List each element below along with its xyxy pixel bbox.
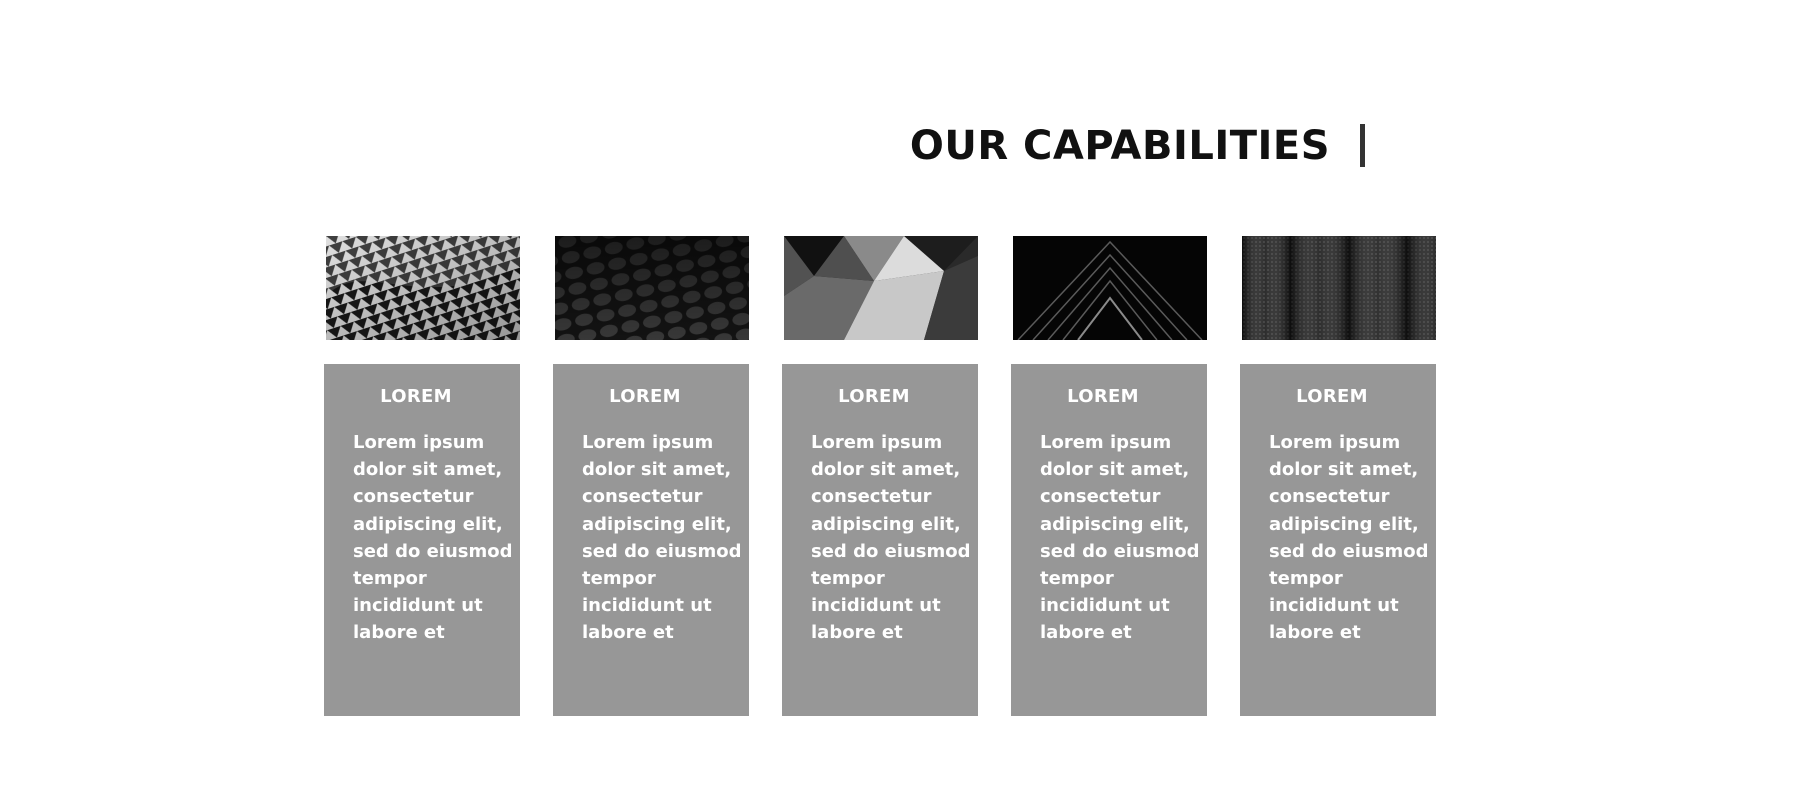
capability-card-2: LOREM Lorem ipsum dolor sit amet, consec…: [553, 364, 749, 716]
capability-card-3: LOREM Lorem ipsum dolor sit amet, consec…: [782, 364, 978, 716]
card-1-image: [326, 236, 520, 340]
title-accent-bar: [1360, 124, 1365, 167]
card-heading: LOREM: [1067, 386, 1139, 407]
card-heading: LOREM: [609, 386, 681, 407]
card-4-image: [1013, 236, 1207, 340]
card-heading: LOREM: [380, 386, 452, 407]
slide: OUR CAPABILITIES LOREM Lorem ipsum dolor…: [0, 0, 1800, 800]
card-body-text: Lorem ipsum dolor sit amet, consectetur …: [1269, 432, 1429, 644]
card-body-text: Lorem ipsum dolor sit amet, consectetur …: [811, 432, 971, 644]
capability-card-5: LOREM Lorem ipsum dolor sit amet, consec…: [1240, 364, 1436, 716]
card-body-text: Lorem ipsum dolor sit amet, consectetur …: [582, 432, 742, 644]
card-heading: LOREM: [1296, 386, 1368, 407]
card-2-image: [555, 236, 749, 340]
card-body-text: Lorem ipsum dolor sit amet, consectetur …: [353, 432, 513, 644]
card-heading: LOREM: [838, 386, 910, 407]
card-3-image: [784, 236, 978, 340]
slide-title: OUR CAPABILITIES: [909, 123, 1330, 169]
capability-card-4: LOREM Lorem ipsum dolor sit amet, consec…: [1011, 364, 1207, 716]
capability-card-1: LOREM Lorem ipsum dolor sit amet, consec…: [324, 364, 520, 716]
card-5-image: [1242, 236, 1436, 340]
card-body-text: Lorem ipsum dolor sit amet, consectetur …: [1040, 432, 1200, 644]
